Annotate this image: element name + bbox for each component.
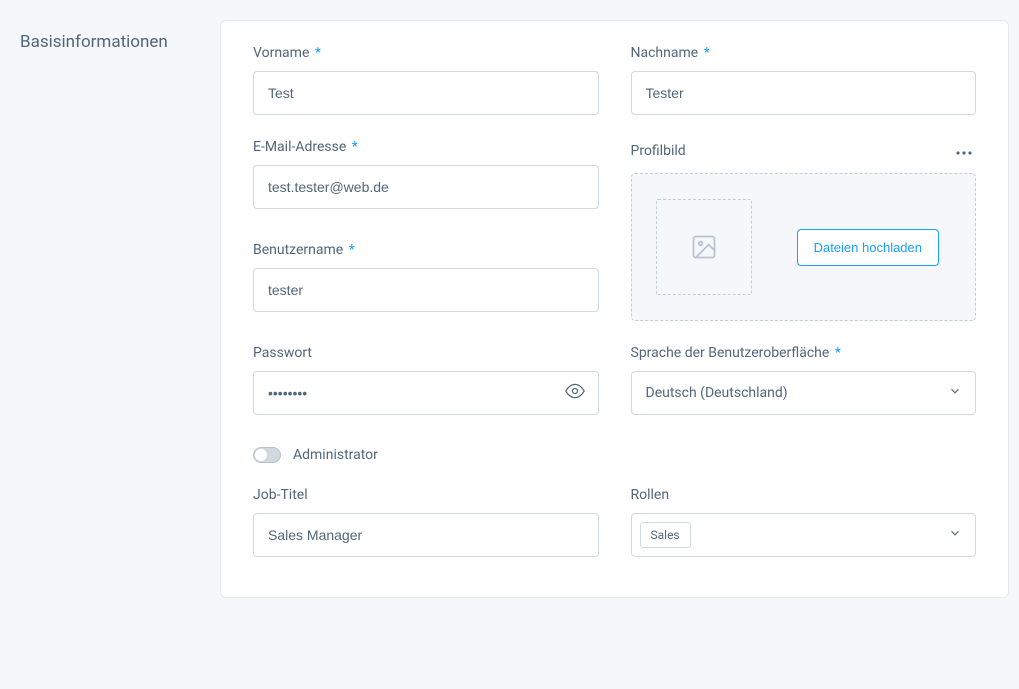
- roles-group: Rollen Sales: [631, 487, 977, 557]
- required-mark: *: [349, 242, 355, 258]
- required-mark: *: [835, 345, 841, 361]
- toggle-knob: [255, 449, 267, 461]
- lastname-label: Nachname *: [631, 45, 977, 61]
- admin-toggle[interactable]: [253, 447, 281, 463]
- job-title-label: Job-Titel: [253, 487, 599, 503]
- admin-label: Administrator: [293, 447, 378, 463]
- email-input[interactable]: [253, 165, 599, 209]
- upload-files-button[interactable]: Dateien hochladen: [797, 229, 939, 266]
- more-icon[interactable]: [952, 139, 976, 163]
- roles-select[interactable]: Sales: [631, 513, 977, 557]
- lastname-group: Nachname *: [631, 45, 977, 115]
- required-mark: *: [704, 45, 710, 61]
- password-label: Passwort: [253, 345, 599, 361]
- upload-area[interactable]: Dateien hochladen: [631, 173, 977, 321]
- language-group: Sprache der Benutzeroberfläche * Deutsch…: [631, 345, 977, 415]
- profile-image-label: Profilbild: [631, 143, 686, 159]
- profile-image-group: Profilbild Dateien hochladen: [631, 139, 977, 321]
- firstname-label: Vorname *: [253, 45, 599, 61]
- roles-label: Rollen: [631, 487, 977, 503]
- username-group: Benutzername *: [253, 242, 599, 321]
- language-label: Sprache der Benutzeroberfläche *: [631, 345, 977, 361]
- lastname-input[interactable]: [631, 71, 977, 115]
- password-group: Passwort: [253, 345, 599, 415]
- admin-toggle-row: Administrator: [253, 447, 976, 463]
- email-group: E-Mail-Adresse *: [253, 139, 599, 218]
- required-mark: *: [352, 139, 358, 155]
- username-label: Benutzername *: [253, 242, 599, 258]
- eye-icon[interactable]: [565, 381, 585, 405]
- image-placeholder-icon: [656, 199, 752, 295]
- firstname-input[interactable]: [253, 71, 599, 115]
- required-mark: *: [315, 45, 321, 61]
- basic-info-card: Vorname * Nachname * E-Mail-Adresse *: [220, 20, 1009, 598]
- password-input[interactable]: [253, 371, 599, 415]
- section-title: Basisinformationen: [10, 20, 190, 598]
- language-value: Deutsch (Deutschland): [646, 385, 788, 401]
- job-title-input[interactable]: [253, 513, 599, 557]
- language-select[interactable]: Deutsch (Deutschland): [631, 371, 977, 415]
- username-input[interactable]: [253, 268, 599, 312]
- job-title-group: Job-Titel: [253, 487, 599, 557]
- email-label: E-Mail-Adresse *: [253, 139, 599, 155]
- firstname-group: Vorname *: [253, 45, 599, 115]
- role-tag[interactable]: Sales: [640, 522, 691, 548]
